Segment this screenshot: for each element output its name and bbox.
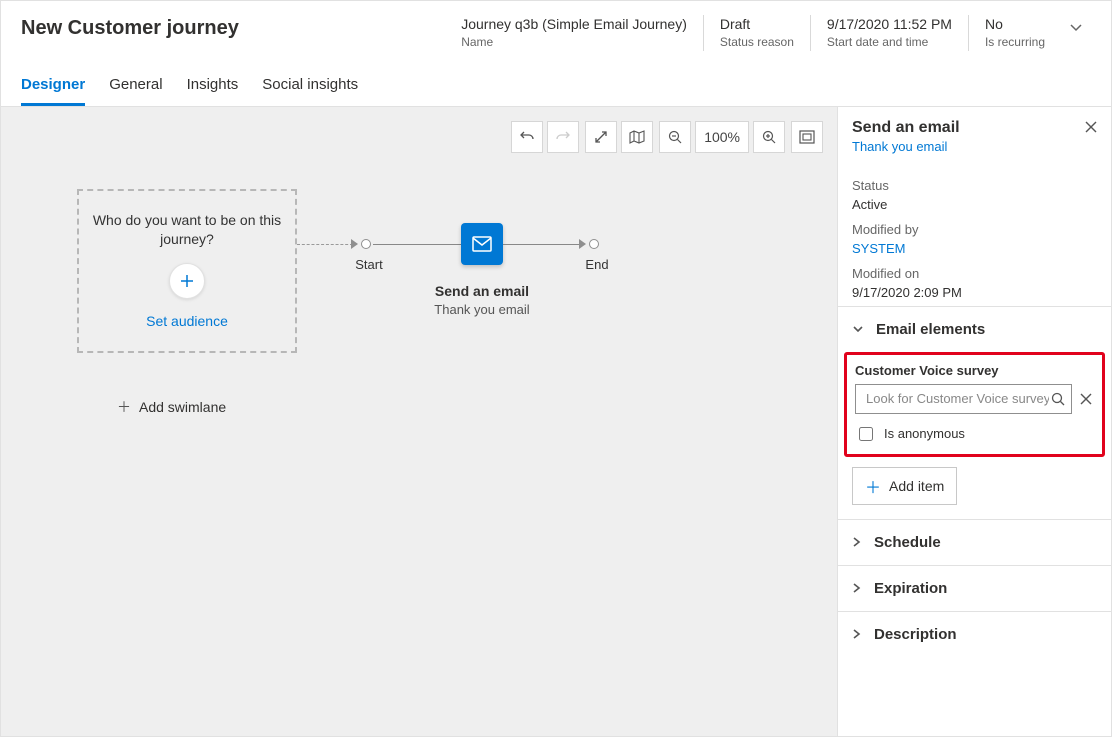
page-header: New Customer journey Journey q3b (Simple… <box>1 1 1111 60</box>
start-label: Start <box>349 257 389 272</box>
is-anonymous-checkbox[interactable] <box>859 427 873 441</box>
audience-question: Who do you want to be on this journey? <box>79 211 295 249</box>
section-header-email-elements[interactable]: Email elements <box>838 307 1111 352</box>
plus-icon <box>179 273 195 289</box>
add-audience-button[interactable] <box>169 263 205 299</box>
section-email-elements: Email elements Customer Voice survey <box>838 306 1111 519</box>
section-expiration: Expiration <box>838 565 1111 611</box>
plus-icon: ＋ <box>117 397 131 417</box>
survey-search-input[interactable] <box>864 390 1051 407</box>
search-icon <box>1051 392 1065 406</box>
section-title: Schedule <box>874 534 941 551</box>
survey-clear-button[interactable] <box>1078 393 1094 405</box>
tab-general[interactable]: General <box>109 68 162 106</box>
end-node[interactable] <box>589 239 599 249</box>
header-start-value: 9/17/2020 11:52 PM <box>827 15 952 33</box>
tile-subtitle: Thank you email <box>412 302 552 317</box>
header-name-block[interactable]: Journey q3b (Simple Email Journey) Name <box>445 15 703 51</box>
add-swimlane-button[interactable]: ＋ Add swimlane <box>117 397 226 417</box>
designer-canvas[interactable]: 100% Who do you want to be on this journ… <box>1 107 838 736</box>
header-status-value: Draft <box>720 15 794 33</box>
tab-bar: Designer General Insights Social insight… <box>1 60 1111 107</box>
header-status-block[interactable]: Draft Status reason <box>703 15 810 51</box>
section-header-description[interactable]: Description <box>838 612 1111 657</box>
add-swimlane-label: Add swimlane <box>139 399 226 415</box>
header-recurring-value: No <box>985 15 1045 33</box>
header-name-label: Name <box>461 35 687 51</box>
panel-title: Send an email <box>852 119 1085 137</box>
arrow-icon <box>351 239 358 249</box>
section-schedule: Schedule <box>838 519 1111 565</box>
header-recurring-block[interactable]: No Is recurring <box>968 15 1061 51</box>
tab-insights[interactable]: Insights <box>187 68 239 106</box>
header-start-label: Start date and time <box>827 35 952 51</box>
header-start-block[interactable]: 9/17/2020 11:52 PM Start date and time <box>810 15 968 51</box>
tile-title: Send an email <box>412 283 552 299</box>
survey-lookup[interactable] <box>855 384 1072 414</box>
panel-header: Send an email Thank you email <box>838 107 1111 158</box>
chevron-right-icon <box>852 582 862 594</box>
add-item-button[interactable]: ＋ Add item <box>852 467 957 505</box>
arrow-icon <box>579 239 586 249</box>
start-node[interactable] <box>361 239 371 249</box>
modifiedby-label: Modified by <box>852 222 1097 237</box>
tab-designer[interactable]: Designer <box>21 68 85 106</box>
audience-placeholder[interactable]: Who do you want to be on this journey? S… <box>77 189 297 353</box>
is-anonymous-label: Is anonymous <box>884 426 965 441</box>
panel-meta: Status Active Modified by SYSTEM Modifie… <box>838 158 1111 306</box>
mail-icon <box>472 236 492 252</box>
section-header-expiration[interactable]: Expiration <box>838 566 1111 611</box>
plus-icon: ＋ <box>865 474 881 498</box>
chevron-down-icon <box>852 323 864 335</box>
chevron-down-icon <box>1069 21 1083 35</box>
header-recurring-label: Is recurring <box>985 35 1045 51</box>
section-description: Description <box>838 611 1111 657</box>
close-icon <box>1085 121 1097 133</box>
customer-voice-highlight: Customer Voice survey <box>844 352 1105 457</box>
chevron-right-icon <box>852 628 862 640</box>
status-label: Status <box>852 178 1097 193</box>
properties-panel: Send an email Thank you email Status Act… <box>838 107 1111 736</box>
modifiedon-label: Modified on <box>852 266 1097 281</box>
modifiedon-value: 9/17/2020 2:09 PM <box>852 285 1097 300</box>
panel-close-button[interactable] <box>1085 119 1097 154</box>
section-header-schedule[interactable]: Schedule <box>838 520 1111 565</box>
set-audience-link[interactable]: Set audience <box>146 313 228 329</box>
connector <box>373 244 461 245</box>
chevron-right-icon <box>852 536 862 548</box>
section-title: Description <box>874 626 957 643</box>
connector <box>503 244 581 245</box>
header-status-label: Status reason <box>720 35 794 51</box>
end-label: End <box>577 257 617 272</box>
send-email-tile[interactable] <box>461 223 503 265</box>
page-title: New Customer journey <box>21 15 239 40</box>
survey-field-label: Customer Voice survey <box>855 363 1094 378</box>
app-root: New Customer journey Journey q3b (Simple… <box>0 0 1112 737</box>
add-item-label: Add item <box>889 478 944 494</box>
section-title: Expiration <box>874 580 947 597</box>
tab-social-insights[interactable]: Social insights <box>262 68 358 106</box>
connector-dashed <box>297 244 353 245</box>
close-icon <box>1080 393 1092 405</box>
modifiedby-value[interactable]: SYSTEM <box>852 241 1097 256</box>
section-title: Email elements <box>876 321 985 338</box>
status-value: Active <box>852 197 1097 212</box>
main-area: 100% Who do you want to be on this journ… <box>1 107 1111 736</box>
canvas-inner: Who do you want to be on this journey? S… <box>1 107 837 736</box>
is-anonymous-row[interactable]: Is anonymous <box>855 424 1094 444</box>
header-expand-button[interactable] <box>1061 15 1091 35</box>
panel-subtitle-link[interactable]: Thank you email <box>852 139 1085 154</box>
header-name-value: Journey q3b (Simple Email Journey) <box>461 15 687 33</box>
